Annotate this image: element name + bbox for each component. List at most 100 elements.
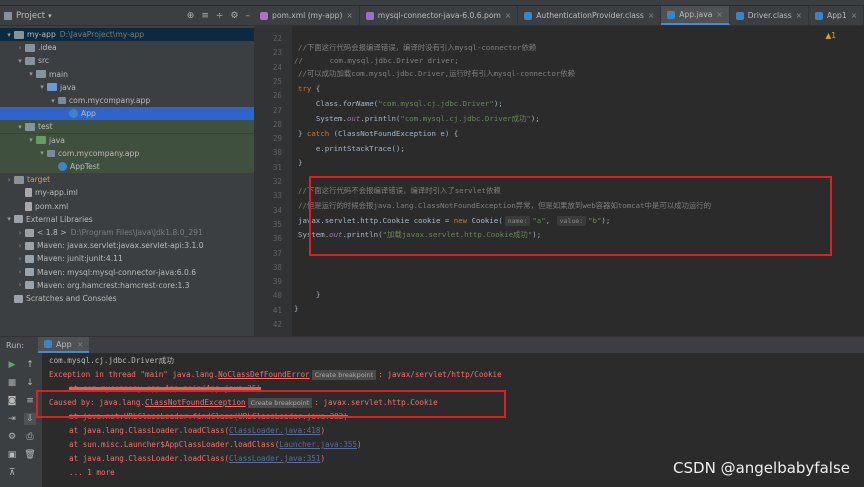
code-line-27[interactable]: System.out.println("com.mysql.cj.jdbc.Dr… [298,112,540,125]
close-tab-icon[interactable]: × [716,10,722,19]
line-number[interactable]: 34 [254,206,282,215]
line-number[interactable]: 24 [254,63,282,72]
code-line-24[interactable]: //可以成功加载com.mysql.jdbc.Driver,运行时有引入mysq… [298,67,575,80]
tree-item[interactable]: › < 1.8 > D:\Program Files\Java\jdk1.8.0_2… [0,226,254,239]
code-line-40[interactable]: } [316,288,320,301]
close-tab-icon[interactable]: × [796,11,802,20]
tree-item[interactable]: › Maven: javax.servlet:javax.servlet-api:… [0,239,254,252]
gear-icon[interactable]: ⚙ [230,11,238,21]
editor-tab[interactable]: AuthenticationProvider.class × [518,6,662,25]
stack-link-1[interactable]: ClassLoader.java:418 [229,426,320,435]
chevron-right-icon[interactable]: › [15,242,25,250]
line-number[interactable]: 38 [254,263,282,272]
run-tab-app[interactable]: App × [38,337,90,353]
chevron-down-icon[interactable]: ▾ [4,31,14,39]
hide-icon[interactable]: – [246,11,251,21]
expand-icon[interactable]: ÷ [216,11,224,21]
line-number[interactable]: 26 [254,91,282,100]
editor-tab[interactable]: mysql-connector-java-6.0.6.pom × [360,6,519,25]
line-number[interactable]: 28 [254,120,282,129]
tree-item[interactable]: my-app.iml [0,186,254,199]
tree-item[interactable]: ▾ java [0,133,254,147]
line-number[interactable]: 22 [254,34,282,43]
line-number[interactable]: 35 [254,220,282,229]
warning-indicator[interactable]: ▲1 [825,31,836,40]
line-number[interactable]: 23 [254,48,282,57]
code-line-26[interactable]: Class.forName("com.mysql.cj.jdbc.Driver"… [298,97,503,110]
line-number[interactable]: 27 [254,106,282,115]
line-number[interactable]: 29 [254,134,282,143]
tree-item[interactable]: pom.xml [0,200,254,213]
line-number[interactable]: 32 [254,177,282,186]
chevron-right-icon[interactable]: › [15,268,25,276]
locate-icon[interactable]: ⊕ [187,11,195,21]
create-breakpoint-1[interactable]: Create breakpoint [311,370,377,380]
layout-icon[interactable]: ▣ [6,449,18,461]
code-line-41[interactable]: } [294,302,298,315]
line-number[interactable]: 42 [254,320,282,329]
code-line-30[interactable]: } [298,156,302,169]
chevron-right-icon[interactable]: › [4,176,14,184]
up-arrow-icon[interactable]: ↑ [24,359,36,371]
tree-item[interactable]: › target [0,173,254,186]
line-number[interactable]: 25 [254,77,282,86]
line-number[interactable]: 33 [254,191,282,200]
settings-icon[interactable]: ⚙ [6,431,18,443]
line-number[interactable]: 40 [254,291,282,300]
code-line-29[interactable]: e.printStackTrace(); [298,142,405,155]
pin-icon[interactable]: ⊼ [6,467,18,479]
tree-item[interactable]: ▾ com.mycompany.app [0,94,254,107]
project-dropdown-icon[interactable]: ▾ [48,12,52,20]
tree-item[interactable]: ▾ main [0,68,254,81]
chevron-down-icon[interactable]: ▾ [15,57,25,65]
chevron-down-icon[interactable]: ▾ [4,215,14,223]
chevron-down-icon[interactable]: ▾ [15,123,25,131]
tree-item[interactable]: Scratches and Consoles [0,292,254,305]
scroll-end-icon[interactable]: ⇩ [24,413,36,425]
editor-tab[interactable]: pom.xml (my-app) × [254,6,360,25]
collapse-all-icon[interactable]: ≡ [201,11,209,21]
editor-tab[interactable]: App.java × [661,6,730,25]
close-tab-icon[interactable]: × [851,11,857,20]
chevron-down-icon[interactable]: ▾ [48,97,58,105]
chevron-down-icon[interactable]: ▾ [37,149,47,157]
chevron-right-icon[interactable]: › [15,44,25,52]
tree-item[interactable]: ▾ java [0,81,254,94]
line-number[interactable]: 37 [254,249,282,258]
trash-icon[interactable]: 🗑 [24,449,36,461]
close-tab-icon[interactable]: × [648,11,654,20]
chevron-right-icon[interactable]: › [15,229,25,237]
line-number[interactable]: 39 [254,277,282,286]
exit-icon[interactable]: ⇥ [6,413,18,425]
camera-icon[interactable]: ◙ [6,395,18,407]
editor-tab[interactable]: App1 × [809,6,864,25]
chevron-right-icon[interactable]: › [15,255,25,263]
chevron-right-icon[interactable]: › [15,281,25,289]
close-tab-icon[interactable]: × [505,11,511,20]
tree-item[interactable]: App [0,107,254,121]
stack-link-3[interactable]: ClassLoader.java:351 [229,454,320,463]
tree-item[interactable]: ▾ src [0,54,254,67]
tree-item[interactable]: ▾ com.mycompany.app [0,146,254,160]
line-number[interactable]: 41 [254,306,282,315]
tree-item[interactable]: › Maven: org.hamcrest:hamcrest-core:1.3 [0,279,254,292]
tree-item[interactable]: ▾ my-app D:\JavaProject\my-app [0,28,254,41]
project-title[interactable]: Project [16,11,45,21]
close-icon[interactable]: × [77,340,84,349]
line-number[interactable]: 36 [254,234,282,243]
tree-item[interactable]: › Maven: junit:junit:4.11 [0,252,254,265]
code-line-23[interactable]: // com.mysql.jdbc.Driver driver; [294,54,459,67]
chevron-down-icon[interactable]: ▾ [26,70,36,78]
tree-item[interactable]: › Maven: mysql:mysql-connector-java:6.0.6 [0,266,254,279]
chevron-down-icon[interactable]: ▾ [37,83,47,91]
code-line-28[interactable]: } catch (ClassNotFoundException e) { [298,127,458,140]
close-tab-icon[interactable]: × [346,11,352,20]
code-line-25[interactable]: try { [298,82,320,95]
code-line-22[interactable]: //下面这行代码会报编译错误，编译时没有引入mysql-connector依赖 [298,41,536,54]
tree-item[interactable]: › .idea [0,41,254,54]
chevron-down-icon[interactable]: ▾ [26,136,36,144]
print-icon[interactable]: ⎙ [24,431,36,443]
noclassdef-link[interactable]: NoClassDefFoundError [218,370,309,379]
tree-item[interactable]: ▾ test [0,120,254,134]
rerun-icon[interactable]: ▶ [6,359,18,371]
